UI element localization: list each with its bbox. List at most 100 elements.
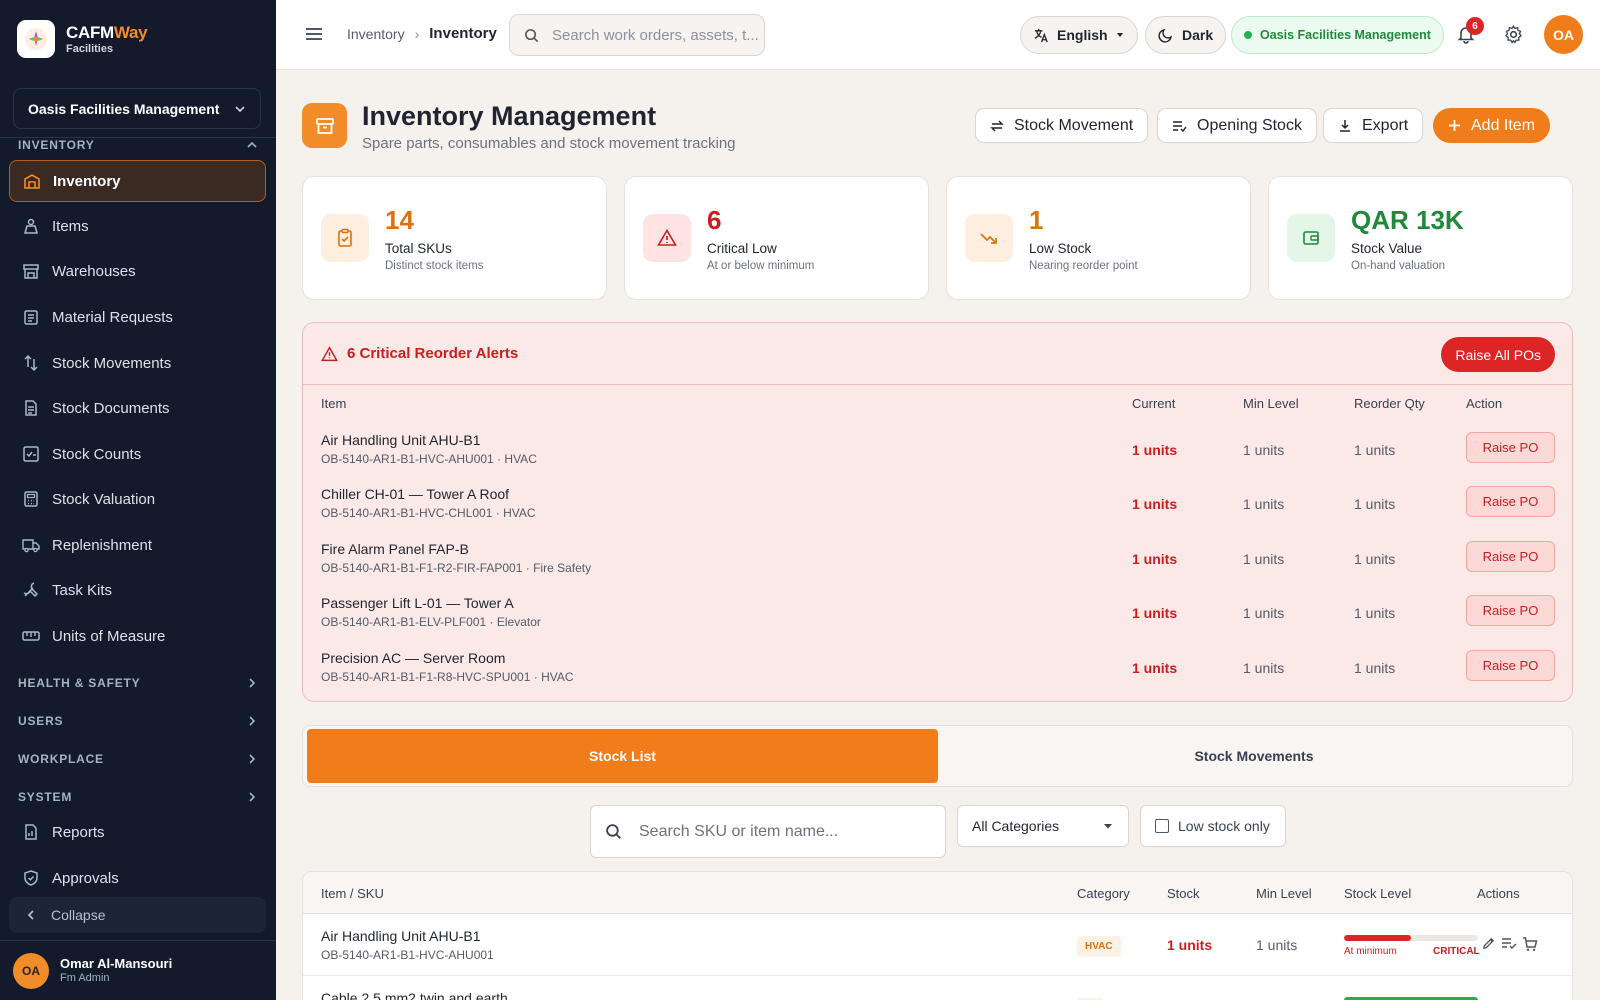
sidebar-item-label: Reports [52, 823, 105, 841]
column-header-actions: Actions [1477, 886, 1520, 901]
sidebar-item-replenishment[interactable]: Replenishment [9, 524, 266, 566]
user-avatar[interactable]: OA [1544, 15, 1583, 54]
page-title: Inventory Management [362, 101, 657, 131]
org-selector-label: Oasis Facilities Management [28, 100, 220, 117]
kpi-label: Total SKUs [385, 241, 452, 256]
export-button[interactable]: Export [1323, 108, 1424, 143]
raise-po-button[interactable]: Raise PO [1466, 432, 1555, 463]
kpi-card-total-skus[interactable]: 14 Total SKUs Distinct stock items [302, 176, 607, 300]
raise-all-pos-button[interactable]: Raise All POs [1441, 337, 1555, 372]
alerts-header: 6 Critical Reorder Alerts Raise All POs [303, 323, 1572, 385]
stock-movement-button[interactable]: Stock Movement [975, 108, 1149, 143]
category-select[interactable]: All Categories [957, 805, 1129, 847]
tab-stock-movements[interactable]: Stock Movements [938, 729, 1570, 783]
gear-icon[interactable] [1503, 24, 1524, 45]
column-header-category[interactable]: Category [1077, 886, 1130, 901]
stock-search-input[interactable]: Search SKU or item name... [590, 805, 946, 858]
edit-icon[interactable] [1481, 936, 1496, 951]
sidebar-item-stock-counts[interactable]: Stock Counts [9, 433, 266, 475]
opening-stock-button[interactable]: Opening Stock [1157, 108, 1317, 143]
warning-icon [321, 345, 338, 361]
kpi-card-low-stock[interactable]: 1 Low Stock Nearing reorder point [946, 176, 1251, 300]
sidebar-item-label: Material Requests [52, 308, 173, 326]
breadcrumb-parent[interactable]: Inventory [347, 26, 405, 42]
sidebar-item-items[interactable]: Items [9, 205, 266, 247]
tab-stock-list[interactable]: Stock List [307, 729, 938, 783]
raise-po-button[interactable]: Raise PO [1466, 541, 1555, 572]
sidebar-item-label: Items [52, 217, 89, 235]
sidebar-item-label: Warehouses [52, 262, 136, 280]
trending-down-icon [965, 214, 1013, 262]
scale-icon [24, 218, 38, 234]
sidebar-item-label: Approvals [52, 869, 119, 887]
section-system[interactable]: SYSTEM [18, 788, 258, 806]
add-item-label: Add Item [1471, 116, 1536, 134]
section-inventory-toggle[interactable]: INVENTORY [18, 136, 258, 154]
global-search-input[interactable]: Search work orders, assets, t... [509, 14, 765, 56]
stock-movement-label: Stock Movement [1014, 116, 1134, 134]
stock-table-header: Item / SKU Category Stock Min Level Stoc… [303, 872, 1572, 914]
org-status-badge[interactable]: Oasis Facilities Management [1231, 16, 1444, 54]
column-header-stock-level[interactable]: Stock Level [1344, 886, 1411, 901]
low-stock-only-checkbox[interactable]: Low stock only [1140, 805, 1286, 847]
sidebar-item-stock-movements[interactable]: Stock Movements [9, 342, 266, 384]
column-header-item-sku[interactable]: Item / SKU [321, 886, 384, 901]
menu-icon[interactable] [304, 24, 324, 44]
playlist-check-icon [1173, 120, 1187, 132]
chevron-right-icon [249, 792, 256, 802]
breadcrumb: Inventory › Inventory [347, 25, 497, 42]
sidebar-item-approvals[interactable]: Approvals [9, 857, 266, 899]
sidebar-item-material-requests[interactable]: Material Requests [9, 296, 266, 338]
stock-item-name: Cable 2.5 mm2 twin and earth [321, 990, 508, 1000]
raise-po-button[interactable]: Raise PO [1466, 486, 1555, 517]
alert-row: Fire Alarm Panel FAP-B OB-5140-AR1-B1-F1… [303, 535, 1572, 589]
alerts-title: 6 Critical Reorder Alerts [321, 345, 518, 362]
section-health-safety[interactable]: HEALTH & SAFETY [18, 674, 258, 692]
section-label: HEALTH & SAFETY [18, 676, 141, 690]
sidebar-item-units-of-measure[interactable]: Units of Measure [9, 615, 266, 657]
alert-min-level: 1 units [1243, 442, 1285, 458]
chevron-down-icon [235, 105, 245, 112]
kpi-card-critical-low[interactable]: 6 Critical Low At or below minimum [624, 176, 929, 300]
checkbox-box[interactable] [1155, 819, 1169, 833]
sidebar-item-stock-valuation[interactable]: Stock Valuation [9, 478, 266, 520]
top-bar: Inventory › Inventory Search work orders… [276, 0, 1600, 70]
alerts-title-text: 6 Critical Reorder Alerts [347, 345, 519, 362]
section-label: SYSTEM [18, 790, 73, 804]
section-users[interactable]: USERS [18, 712, 258, 730]
column-header-current: Current [1132, 396, 1176, 411]
column-header-min-level[interactable]: Min Level [1256, 886, 1312, 901]
org-selector[interactable]: Oasis Facilities Management [13, 88, 261, 129]
sidebar-item-warehouses[interactable]: Warehouses [9, 250, 266, 292]
kpi-value: 1 [1029, 205, 1044, 235]
sidebar-item-task-kits[interactable]: Task Kits [9, 569, 266, 611]
language-selector[interactable]: English [1020, 16, 1138, 54]
table-row[interactable]: Air Handling Unit AHU-B1 OB-5140-AR1-B1-… [303, 914, 1572, 976]
column-header-stock[interactable]: Stock [1167, 886, 1200, 901]
chevron-right-icon [249, 678, 256, 688]
sidebar-item-label: Task Kits [52, 581, 113, 599]
clipboard-check-icon [321, 214, 369, 262]
playlist-check-icon[interactable] [1501, 936, 1517, 951]
cart-icon[interactable] [1522, 936, 1538, 952]
theme-toggle[interactable]: Dark [1145, 16, 1227, 54]
user-profile[interactable]: OA Omar Al-Mansouri Fm Admin [0, 940, 276, 1000]
user-role: Fm Admin [60, 971, 110, 984]
section-workplace[interactable]: WORKPLACE [18, 750, 258, 768]
add-item-button[interactable]: Add Item [1433, 108, 1551, 143]
raise-po-button[interactable]: Raise PO [1466, 650, 1555, 681]
chevron-left-icon [27, 910, 34, 920]
kpi-card-stock-value[interactable]: QAR 13K Stock Value On-hand valuation [1268, 176, 1573, 300]
stock-level-bar [1344, 935, 1478, 941]
alert-reorder-qty: 1 units [1354, 551, 1396, 567]
alert-min-level: 1 units [1243, 551, 1285, 567]
raise-po-button[interactable]: Raise PO [1466, 595, 1555, 626]
sidebar-item-inventory[interactable]: Inventory [9, 160, 266, 202]
brand[interactable]: CAFMWay Facilities [0, 0, 276, 78]
collapse-button[interactable]: Collapse [9, 897, 266, 933]
sidebar-item-stock-documents[interactable]: Stock Documents [9, 387, 266, 429]
sidebar-item-reports[interactable]: Reports [9, 811, 266, 853]
alert-item-meta: OB-5140-AR1-B1-ELV-PLF001 · Elevator [321, 615, 541, 629]
table-row[interactable]: Cable 2.5 mm2 twin and earth — [303, 976, 1572, 1000]
alert-row: Chiller CH-01 — Tower A Roof OB-5140-AR1… [303, 480, 1572, 534]
